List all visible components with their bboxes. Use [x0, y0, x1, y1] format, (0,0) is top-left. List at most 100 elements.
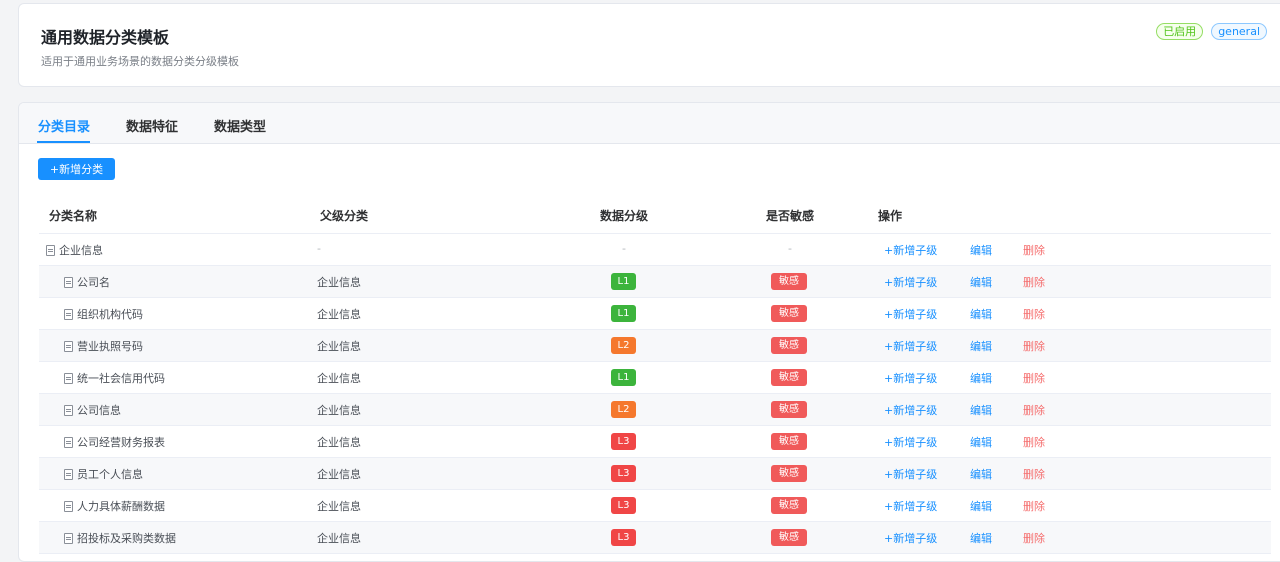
table-row: 营业执照号码 企业信息 L2 敏感 +新增子级 编辑 删除	[39, 330, 1271, 362]
add-child-link[interactable]: +新增子级	[884, 242, 937, 258]
table-header: 分类名称 父级分类 数据分级 是否敏感 操作	[39, 195, 1271, 234]
add-child-link[interactable]: +新增子级	[884, 434, 937, 450]
data-level-badge: L3	[611, 465, 636, 482]
sensitive-badge: 敏感	[771, 401, 807, 418]
template-header-card: 通用数据分类模板 适用于通用业务场景的数据分类分级模板 已启用 general	[18, 3, 1280, 87]
edit-link[interactable]: 编辑	[970, 434, 992, 450]
data-level-badge: L1	[611, 369, 636, 386]
parent-category: 企业信息	[317, 468, 361, 481]
document-icon	[64, 276, 73, 288]
table-row: 组织机构代码 企业信息 L1 敏感 +新增子级 编辑 删除	[39, 298, 1271, 330]
category-name-cell: 公司经营财务报表	[64, 434, 165, 450]
category-name-cell: 员工个人信息	[64, 466, 143, 482]
delete-link[interactable]: 删除	[1023, 370, 1045, 386]
delete-link[interactable]: 删除	[1023, 402, 1045, 418]
tab-category-directory[interactable]: 分类目录	[38, 116, 90, 135]
sensitive-badge: 敏感	[771, 529, 807, 546]
column-header-actions: 操作	[878, 209, 903, 223]
sensitive-badge: 敏感	[771, 465, 807, 482]
table-body: 企业信息 - - - +新增子级 编辑 删除 公司名 企业信息 L1 敏感 +新增子级 编辑 删除 组织机构…	[39, 234, 1271, 554]
page-subtitle: 适用于通用业务场景的数据分类分级模板	[41, 55, 239, 68]
delete-link[interactable]: 删除	[1023, 274, 1045, 290]
edit-link[interactable]: 编辑	[970, 370, 992, 386]
edit-link[interactable]: 编辑	[970, 306, 992, 322]
edit-link[interactable]: 编辑	[970, 242, 992, 258]
data-level-badge: L3	[611, 433, 636, 450]
data-level-badge: L1	[611, 305, 636, 322]
table-row: 公司经营财务报表 企业信息 L3 敏感 +新增子级 编辑 删除	[39, 426, 1271, 458]
add-child-link[interactable]: +新增子级	[884, 402, 937, 418]
table-row: 员工个人信息 企业信息 L3 敏感 +新增子级 编辑 删除	[39, 458, 1271, 490]
category-name-cell: 统一社会信用代码	[64, 370, 165, 386]
sensitive-badge: 敏感	[771, 497, 807, 514]
add-category-button[interactable]: +新增分类	[38, 158, 115, 180]
parent-category: -	[317, 242, 321, 255]
parent-category: 企业信息	[317, 276, 361, 289]
category-table: 分类名称 父级分类 数据分级 是否敏感 操作 企业信息 - - - +新增子级 编辑 删除公…	[39, 195, 1271, 554]
sensitive-badge: 敏感	[771, 305, 807, 322]
edit-link[interactable]: 编辑	[970, 274, 992, 290]
add-child-link[interactable]: +新增子级	[884, 338, 937, 354]
edit-link[interactable]: 编辑	[970, 498, 992, 514]
category-name: 公司经营财务报表	[77, 436, 165, 449]
page-title: 通用数据分类模板	[41, 28, 170, 47]
add-category-label: +新增分类	[49, 163, 104, 176]
column-header-parent: 父级分类	[320, 209, 369, 223]
header-badges: 已启用 general	[1156, 23, 1267, 40]
data-level-badge: L2	[611, 401, 636, 418]
category-panel: 分类目录 数据特征 数据类型 +新增分类 分类名称 父级分类 数据分级 是否敏感…	[18, 102, 1280, 562]
delete-link[interactable]: 删除	[1023, 338, 1045, 354]
edit-link[interactable]: 编辑	[970, 338, 992, 354]
category-name-cell: 组织机构代码	[64, 306, 143, 322]
tab-bar: 分类目录 数据特征 数据类型	[19, 103, 1280, 144]
document-icon	[64, 532, 73, 544]
document-icon	[64, 404, 73, 416]
add-child-link[interactable]: +新增子级	[884, 274, 937, 290]
data-level-badge: L1	[611, 273, 636, 290]
category-name: 组织机构代码	[77, 308, 143, 321]
active-tab-indicator	[37, 141, 90, 143]
parent-category: 企业信息	[317, 372, 361, 385]
column-header-name: 分类名称	[49, 209, 98, 223]
data-level-badge: L2	[611, 337, 636, 354]
data-level-badge: L3	[611, 497, 636, 514]
data-level-badge: L3	[611, 529, 636, 546]
parent-category: 企业信息	[317, 340, 361, 353]
tab-data-types[interactable]: 数据类型	[214, 116, 266, 135]
category-name: 公司名	[77, 276, 110, 289]
sensitive-badge: 敏感	[771, 369, 807, 386]
parent-category: 企业信息	[317, 500, 361, 513]
document-icon	[64, 340, 73, 352]
document-icon	[64, 308, 73, 320]
add-child-link[interactable]: +新增子级	[884, 306, 937, 322]
edit-link[interactable]: 编辑	[970, 466, 992, 482]
delete-link[interactable]: 删除	[1023, 242, 1045, 258]
table-row: 公司名 企业信息 L1 敏感 +新增子级 编辑 删除	[39, 266, 1271, 298]
data-level: -	[622, 242, 626, 255]
table-row: 招投标及采购类数据 企业信息 L3 敏感 +新增子级 编辑 删除	[39, 522, 1271, 554]
parent-category: 企业信息	[317, 308, 361, 321]
add-child-link[interactable]: +新增子级	[884, 370, 937, 386]
delete-link[interactable]: 删除	[1023, 498, 1045, 514]
sensitive-badge: 敏感	[771, 273, 807, 290]
category-name-cell: 公司名	[64, 274, 110, 290]
category-name: 员工个人信息	[77, 468, 143, 481]
tab-data-features[interactable]: 数据特征	[126, 116, 178, 135]
category-name: 企业信息	[59, 244, 103, 257]
edit-link[interactable]: 编辑	[970, 402, 992, 418]
status-badge: 已启用	[1156, 23, 1204, 40]
category-name: 营业执照号码	[77, 340, 143, 353]
column-header-sensitive: 是否敏感	[766, 209, 815, 223]
sensitive-badge: 敏感	[771, 433, 807, 450]
document-icon	[64, 500, 73, 512]
delete-link[interactable]: 删除	[1023, 306, 1045, 322]
category-name-cell: 公司信息	[64, 402, 121, 418]
category-name: 人力具体薪酬数据	[77, 500, 165, 513]
add-child-link[interactable]: +新增子级	[884, 466, 937, 482]
table-row: 企业信息 - - - +新增子级 编辑 删除	[39, 234, 1271, 266]
delete-link[interactable]: 删除	[1023, 434, 1045, 450]
parent-category: 企业信息	[317, 404, 361, 417]
add-child-link[interactable]: +新增子级	[884, 498, 937, 514]
category-name: 公司信息	[77, 404, 121, 417]
delete-link[interactable]: 删除	[1023, 466, 1045, 482]
